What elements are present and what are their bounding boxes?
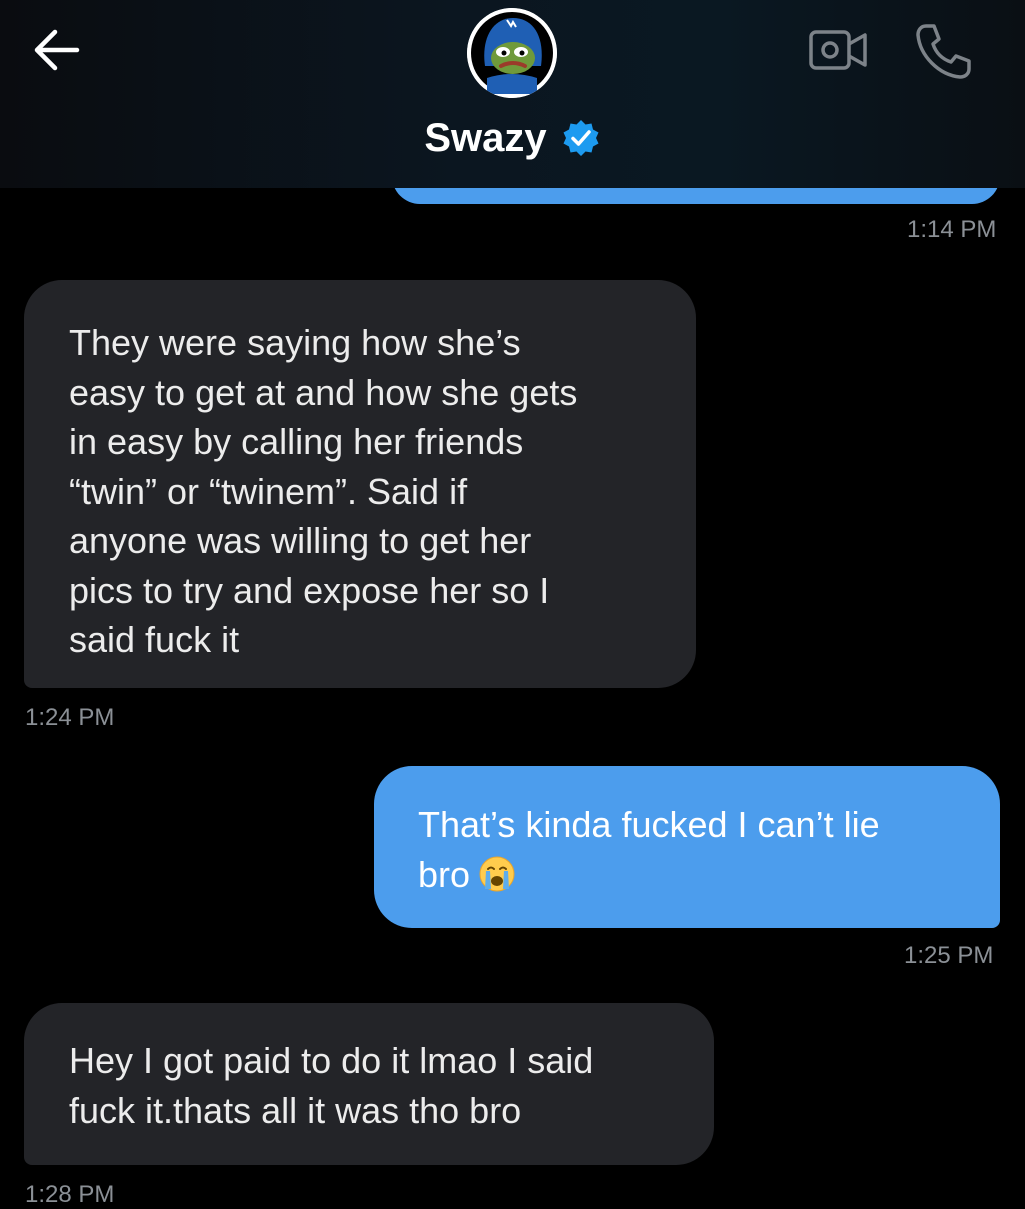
crying-face-icon — [479, 856, 515, 891]
pepe-avatar-icon — [467, 8, 557, 98]
video-call-button[interactable] — [808, 24, 870, 76]
back-button[interactable] — [28, 22, 84, 78]
message-bubble-incoming[interactable]: Hey I got paid to do it lmao I said fuck… — [24, 1003, 714, 1165]
message-timestamp: 1:14 PM — [907, 216, 997, 243]
phone-call-button[interactable] — [912, 20, 974, 82]
message-bubble-incoming[interactable]: They were saying how she’s easy to get a… — [24, 280, 696, 688]
message-timestamp: 1:24 PM — [25, 704, 115, 731]
chat-header: Swazy — [0, 0, 1025, 188]
message-text: They were saying how she’s easy to get a… — [69, 322, 578, 660]
contact-name: Swazy — [424, 115, 547, 160]
video-camera-icon — [809, 30, 867, 70]
message-timestamp: 1:28 PM — [25, 1181, 115, 1208]
avatar[interactable] — [467, 8, 557, 98]
phone-icon — [916, 24, 971, 79]
verified-badge-icon — [563, 120, 599, 156]
message-timestamp: 1:25 PM — [904, 942, 994, 969]
message-text: That’s kinda fucked I can’t lie bro — [418, 804, 880, 895]
arrow-left-icon — [34, 29, 80, 71]
message-bubble-outgoing[interactable]: That’s kinda fucked I can’t lie bro — [374, 766, 1000, 928]
contact-title[interactable]: Swazy — [0, 108, 1025, 168]
message-text: Hey I got paid to do it lmao I said fuck… — [69, 1040, 594, 1131]
